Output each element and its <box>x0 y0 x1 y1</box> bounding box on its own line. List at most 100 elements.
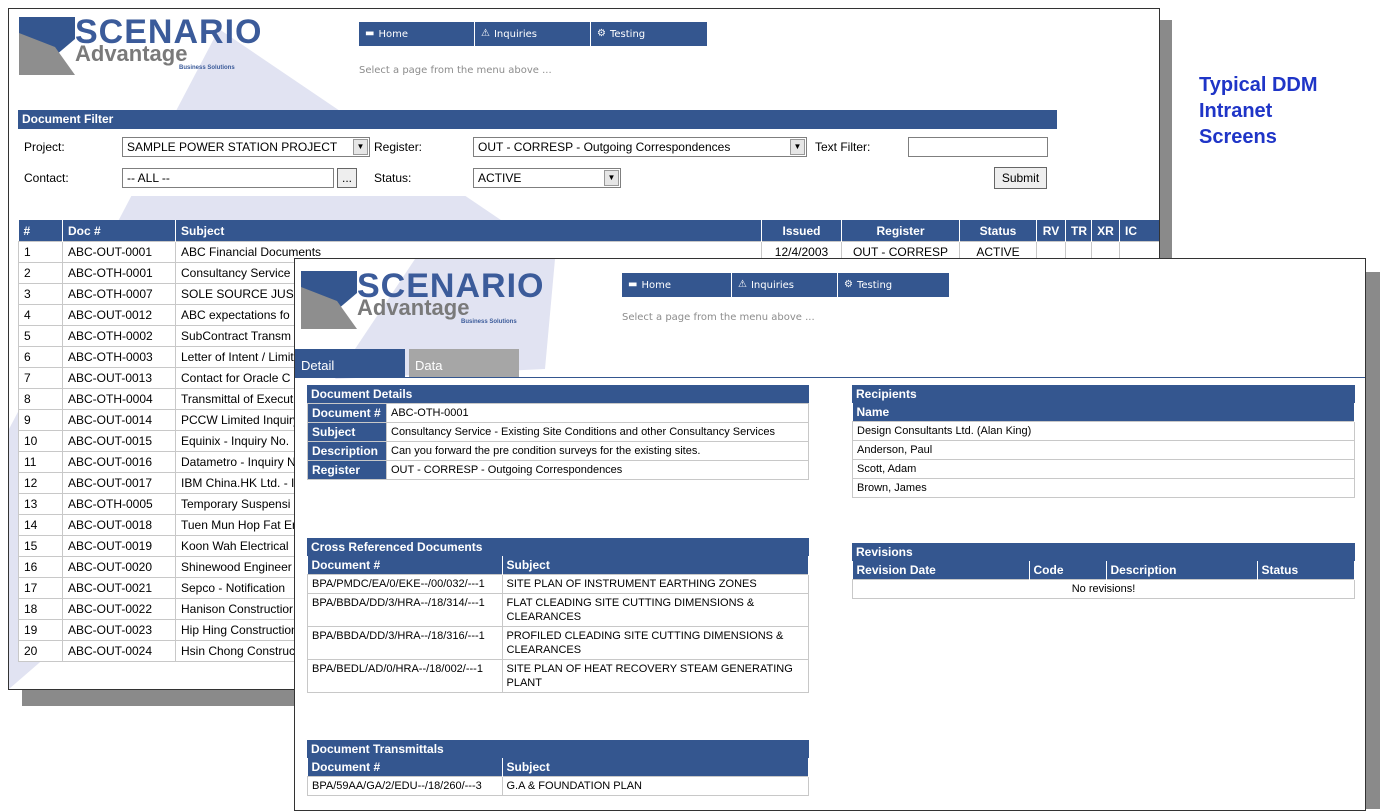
doc-number[interactable]: ABC-OUT-0023 <box>62 619 176 641</box>
row-number: 3 <box>18 283 63 305</box>
doc-number[interactable]: ABC-OUT-0022 <box>62 598 176 620</box>
project-select[interactable]: SAMPLE POWER STATION PROJECT ▼ <box>122 137 370 157</box>
column-header[interactable]: Issued <box>761 220 842 242</box>
register-select[interactable]: OUT - CORRESP - Outgoing Correspondences… <box>473 137 807 157</box>
column-header[interactable]: Status <box>959 220 1037 242</box>
table-row[interactable]: BPA/BBDA/DD/3/HRA--/18/314/---1 FLAT CLE… <box>307 593 809 627</box>
status-select[interactable]: ACTIVE ▼ <box>473 168 621 188</box>
table-row[interactable]: BPA/59AA/GA/2/EDU--/18/260/---3 G.A & FO… <box>307 776 809 796</box>
text-filter-input[interactable] <box>908 137 1048 157</box>
menu-hint: Select a page from the menu above ... <box>359 65 552 76</box>
revisions-panel: Revisions Revision Date Code Description… <box>852 543 1355 599</box>
cross-referenced-table: Document # Subject BPA/PMDC/EA/0/EKE--/0… <box>307 556 809 693</box>
scenario-logo: SCENARIO Advantage Business Solutions <box>301 269 561 333</box>
doc-number[interactable]: ABC-OTH-0007 <box>62 283 176 305</box>
recipients-table: Name Design Consultants Ltd. (Alan King)… <box>852 403 1355 498</box>
row-number: 6 <box>18 346 63 368</box>
menu-inquiries[interactable]: ⚠ Inquiries <box>732 273 838 297</box>
doc-number[interactable]: ABC-OUT-0014 <box>62 409 176 431</box>
doc-number[interactable]: ABC-OUT-0013 <box>62 367 176 389</box>
tab-data[interactable]: Data <box>409 349 519 377</box>
doc-number[interactable]: ABC-OUT-0016 <box>62 451 176 473</box>
document-details-title: Document Details <box>307 385 809 403</box>
doc-number[interactable]: ABC-OUT-0018 <box>62 514 176 536</box>
column-header[interactable]: Subject <box>175 220 762 242</box>
transmittals-header-row: Document # Subject <box>307 758 809 777</box>
doc-number[interactable]: ABC-OUT-0024 <box>62 640 176 662</box>
revisions-empty-message: No revisions! <box>852 579 1355 599</box>
tab-detail[interactable]: Detail <box>295 349 405 377</box>
detail-row: Document # ABC-OTH-0001 <box>307 403 809 423</box>
menu-inquiries-label: Inquiries <box>493 28 537 40</box>
project-label: Project: <box>24 140 65 154</box>
recipient-name: Anderson, Paul <box>852 440 1355 460</box>
cross-ref-doc-number[interactable]: BPA/BBDA/DD/3/HRA--/18/314/---1 <box>307 593 503 627</box>
cross-ref-doc-number[interactable]: BPA/PMDC/EA/0/EKE--/00/032/---1 <box>307 574 503 594</box>
doc-number[interactable]: ABC-OTH-0001 <box>62 262 176 284</box>
menu-inquiries[interactable]: ⚠ Inquiries <box>475 22 591 46</box>
column-header[interactable]: Register <box>841 220 960 242</box>
scenario-logo: SCENARIO Advantage Business Solutions <box>19 15 279 79</box>
menu-testing[interactable]: ⚙ Testing <box>591 22 707 46</box>
column-header[interactable]: Doc # <box>62 220 176 242</box>
row-number: 7 <box>18 367 63 389</box>
project-select-value: SAMPLE POWER STATION PROJECT <box>127 140 338 154</box>
column-header[interactable]: XR <box>1091 220 1120 242</box>
doc-number[interactable]: ABC-OUT-0020 <box>62 556 176 578</box>
table-row[interactable]: BPA/BEDL/AD/0/HRA--/18/002/---1 SITE PLA… <box>307 659 809 693</box>
doc-number[interactable]: ABC-OUT-0017 <box>62 472 176 494</box>
column-header[interactable]: IC <box>1119 220 1159 242</box>
menu-home[interactable]: ▬ Home <box>359 22 475 46</box>
document-transmittals-table: Document # Subject BPA/59AA/GA/2/EDU--/1… <box>307 758 809 796</box>
cross-ref-subject: FLAT CLEADING SITE CUTTING DIMENSIONS & … <box>501 593 809 627</box>
doc-number[interactable]: ABC-OUT-0021 <box>62 577 176 599</box>
gear-icon: ⚙ <box>597 28 606 39</box>
menu-home[interactable]: ▬ Home <box>622 273 732 297</box>
doc-number[interactable]: ABC-OUT-0015 <box>62 430 176 452</box>
row-number: 1 <box>18 241 63 263</box>
recipients-panel: Recipients Name Design Consultants Ltd. … <box>852 385 1355 498</box>
row-number: 9 <box>18 409 63 431</box>
contact-input[interactable]: -- ALL -- <box>122 168 334 188</box>
slide-caption: Typical DDM Intranet Screens <box>1199 72 1318 150</box>
logo-mark-icon <box>301 271 357 329</box>
detail-tabs: Detail Data <box>295 349 523 377</box>
gear-icon: ⚙ <box>844 279 853 290</box>
column-header[interactable]: TR <box>1065 220 1092 242</box>
caption-line-2: Intranet <box>1199 100 1273 122</box>
detail-value: OUT - CORRESP - Outgoing Correspondences <box>386 460 809 480</box>
document-list-header-row: # Doc # Subject Issued Register Status R… <box>18 220 1159 242</box>
column-header: Document # <box>307 758 503 777</box>
cross-ref-doc-number[interactable]: BPA/BEDL/AD/0/HRA--/18/002/---1 <box>307 659 503 693</box>
doc-number[interactable]: ABC-OTH-0005 <box>62 493 176 515</box>
menu-testing-label: Testing <box>609 28 646 40</box>
submit-button[interactable]: Submit <box>994 167 1047 189</box>
doc-number[interactable]: ABC-OUT-0019 <box>62 535 176 557</box>
document-details-table: Document # ABC-OTH-0001 Subject Consulta… <box>307 403 809 480</box>
revisions-title: Revisions <box>852 543 1355 561</box>
transmittal-doc-number[interactable]: BPA/59AA/GA/2/EDU--/18/260/---3 <box>307 776 503 796</box>
column-header: Subject <box>502 758 809 777</box>
detail-value: ABC-OTH-0001 <box>386 403 809 423</box>
contact-browse-button[interactable]: ... <box>337 168 357 188</box>
doc-number[interactable]: ABC-OTH-0003 <box>62 346 176 368</box>
table-row[interactable]: BPA/PMDC/EA/0/EKE--/00/032/---1 SITE PLA… <box>307 574 809 594</box>
menu-inquiries-label: Inquiries <box>750 279 794 291</box>
cross-ref-subject: PROFILED CLEADING SITE CUTTING DIMENSION… <box>501 626 809 660</box>
doc-number[interactable]: ABC-OTH-0004 <box>62 388 176 410</box>
transmittal-subject: G.A & FOUNDATION PLAN <box>501 776 809 796</box>
menu-testing[interactable]: ⚙ Testing <box>838 273 949 297</box>
column-header[interactable]: RV <box>1036 220 1066 242</box>
dropdown-arrow-icon: ▼ <box>604 170 619 186</box>
doc-number[interactable]: ABC-OTH-0002 <box>62 325 176 347</box>
column-header: Revision Date <box>852 561 1030 580</box>
logo-tagline: Business Solutions <box>461 319 517 325</box>
row-number: 11 <box>18 451 63 473</box>
caption-line-3: Screens <box>1199 126 1277 148</box>
table-row[interactable]: BPA/BBDA/DD/3/HRA--/18/316/---1 PROFILED… <box>307 626 809 660</box>
column-header[interactable]: # <box>18 220 63 242</box>
doc-number[interactable]: ABC-OUT-0001 <box>62 241 176 263</box>
doc-number[interactable]: ABC-OUT-0012 <box>62 304 176 326</box>
row-number: 19 <box>18 619 63 641</box>
cross-ref-doc-number[interactable]: BPA/BBDA/DD/3/HRA--/18/316/---1 <box>307 626 503 660</box>
